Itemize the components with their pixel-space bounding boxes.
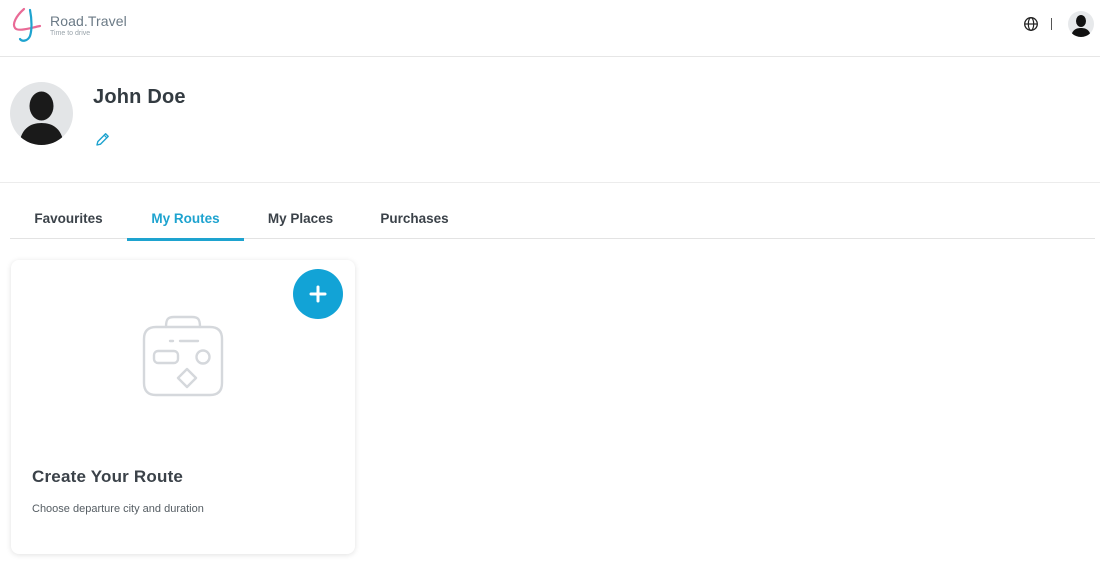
logo-text: Road.Travel Time to drive (50, 14, 127, 38)
profile-avatar[interactable] (10, 82, 73, 145)
tab-purchases[interactable]: Purchases (357, 197, 472, 239)
card-title: Create Your Route (32, 467, 184, 486)
top-bar: Road.Travel Time to drive (0, 0, 1100, 57)
profile-tabs: Favourites My Routes My Places Purchases (10, 197, 1095, 241)
plus-icon (309, 285, 327, 303)
logo[interactable]: Road.Travel Time to drive (10, 6, 140, 46)
brand-tagline: Time to drive (50, 30, 91, 37)
add-route-button[interactable] (293, 269, 343, 319)
user-avatar-button[interactable] (1068, 11, 1094, 37)
globe-icon[interactable] (1023, 16, 1039, 32)
logo-mark-icon (12, 7, 42, 42)
create-route-card[interactable]: Create Your Route Choose departure city … (11, 260, 355, 554)
header-divider (1051, 18, 1052, 30)
profile-section: John Doe (0, 57, 1100, 183)
avatar-silhouette-icon (1071, 15, 1091, 37)
tab-favourites[interactable]: Favourites (10, 197, 127, 239)
avatar-silhouette-icon (19, 91, 64, 145)
tab-my-routes[interactable]: My Routes (127, 197, 244, 241)
user-name: John Doe (93, 86, 186, 108)
card-subtitle: Choose departure city and duration (32, 503, 204, 515)
pencil-icon[interactable] (94, 131, 111, 148)
header-actions (1023, 10, 1094, 38)
brand-name: Road.Travel (50, 13, 127, 29)
tab-my-places[interactable]: My Places (244, 197, 357, 239)
suitcase-icon (142, 315, 224, 397)
